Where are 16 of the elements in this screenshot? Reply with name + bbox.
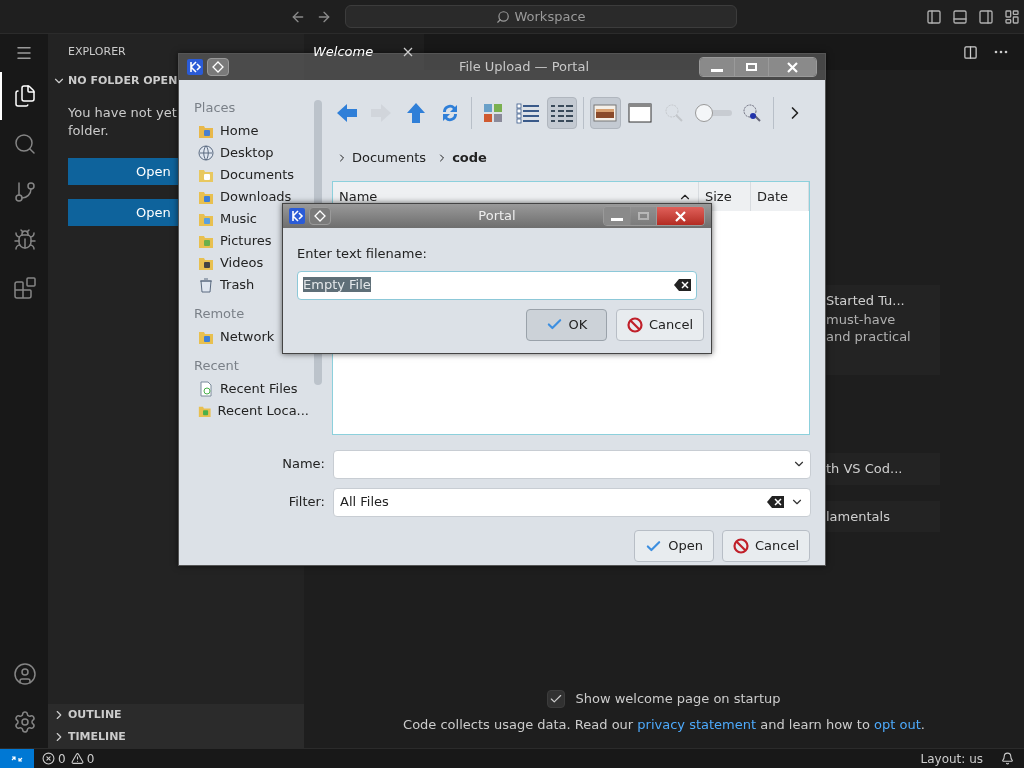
card-description: and practical: [826, 327, 912, 345]
checkbox-label: Show welcome page on startup: [575, 690, 781, 708]
empty-message: You have not yet folder.: [68, 104, 178, 140]
section-heading: Places: [194, 99, 237, 118]
section-heading: Recent: [194, 357, 240, 376]
card-title: th VS Cod...: [826, 460, 904, 478]
sidebar-title: EXPLORER: [68, 43, 126, 60]
card-title: lamentals: [826, 507, 891, 526]
card-description: must-have: [826, 310, 897, 328]
telemetry-notice: Code collects usage data. Read our privacy statement and learn how to opt out.: [403, 715, 925, 734]
field-label: Name:: [281, 455, 325, 474]
section-heading: Remote: [194, 305, 246, 324]
prompt-label: Enter text filename:: [297, 245, 428, 263]
window-title: File Upload — Portal: [457, 58, 591, 77]
field-label: Filter:: [287, 493, 325, 512]
card-title: Started Tu...: [826, 292, 906, 310]
